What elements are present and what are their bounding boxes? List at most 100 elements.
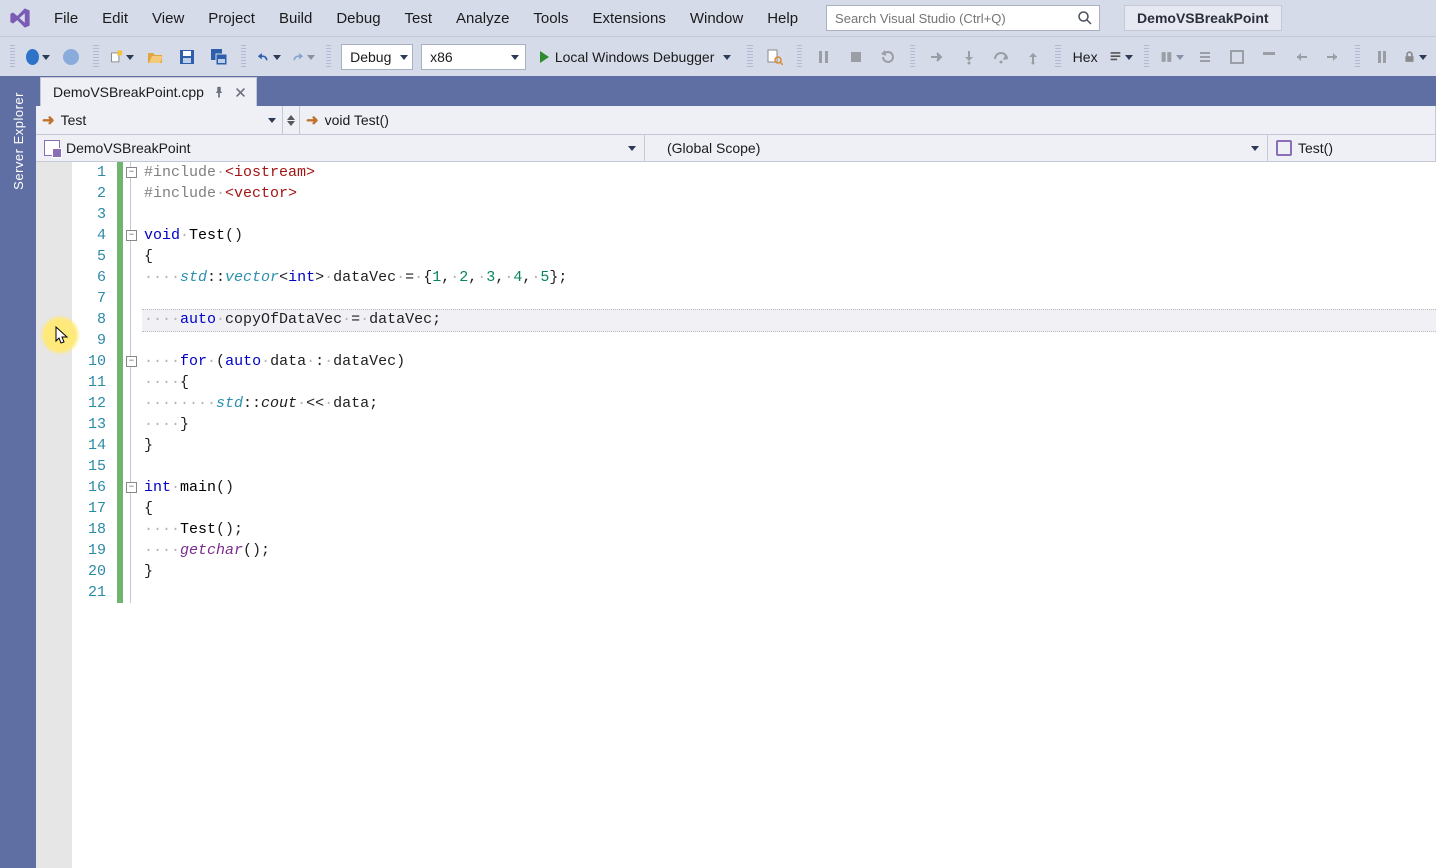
breakpoint-margin[interactable] <box>36 162 72 868</box>
config-combo[interactable]: Debug <box>341 44 413 70</box>
project-scope-label: DemoVSBreakPoint <box>66 140 191 156</box>
step-into-button[interactable] <box>955 44 983 70</box>
nav-updown[interactable] <box>283 106 300 134</box>
close-icon[interactable] <box>234 85 248 99</box>
new-item-button[interactable] <box>107 44 137 70</box>
line-number: 3 <box>72 204 106 225</box>
debug-dropdown-button[interactable] <box>1106 44 1136 70</box>
menu-bar: FileEditViewProjectBuildDebugTestAnalyze… <box>0 0 1436 37</box>
platform-combo[interactable]: x86 <box>421 44 526 70</box>
document-tab[interactable]: DemoVSBreakPoint.cpp <box>40 77 257 106</box>
undo-button[interactable] <box>254 44 284 70</box>
thread-button[interactable] <box>1191 44 1219 70</box>
frame-left-button[interactable] <box>1287 44 1315 70</box>
hex-toggle[interactable]: Hex <box>1069 49 1102 65</box>
save-button[interactable] <box>173 44 201 70</box>
frame-right-button[interactable] <box>1319 44 1347 70</box>
find-in-files-button[interactable] <box>761 44 789 70</box>
server-explorer-tab[interactable]: Server Explorer <box>7 80 30 202</box>
function-icon <box>1276 140 1292 156</box>
menu-window[interactable]: Window <box>680 6 753 31</box>
restart-button[interactable] <box>874 44 902 70</box>
line-number: 2 <box>72 183 106 204</box>
line-number: 21 <box>72 582 106 603</box>
step-out-button[interactable] <box>1019 44 1047 70</box>
toolbar-grip-icon <box>747 45 752 69</box>
function-scope-combo[interactable]: Test() <box>1268 135 1436 161</box>
quick-search-box[interactable] <box>826 5 1100 31</box>
line-number: 14 <box>72 435 106 456</box>
line-number: 10 <box>72 351 106 372</box>
line-number: 16 <box>72 477 106 498</box>
code-editor[interactable]: 123456789101112131415161718192021 −−−− #… <box>36 162 1436 868</box>
frame-down-button[interactable] <box>1255 44 1283 70</box>
arrow-right-icon: ➜ <box>42 111 55 129</box>
menu-file[interactable]: File <box>44 6 88 31</box>
nav-forward-button[interactable] <box>57 44 85 70</box>
line-number: 9 <box>72 330 106 351</box>
step-over-button[interactable] <box>987 44 1015 70</box>
nav-back-button[interactable] <box>23 44 53 70</box>
chevron-up-icon <box>287 115 295 120</box>
outline-collapse-icon[interactable]: − <box>126 230 137 241</box>
class-nav-combo[interactable]: ➜ Test <box>36 106 283 134</box>
line-number: 18 <box>72 519 106 540</box>
quick-search-input[interactable] <box>833 10 1077 27</box>
menu-test[interactable]: Test <box>395 6 443 31</box>
line-number: 15 <box>72 456 106 477</box>
code-text-area[interactable]: #include·<iostream>#include·<vector>void… <box>142 162 1436 868</box>
line-number: 7 <box>72 288 106 309</box>
main-toolbar: Debug x86 Local Windows Debugger Hex <box>0 37 1436 78</box>
menu-analyze[interactable]: Analyze <box>446 6 519 31</box>
project-icon <box>44 140 60 156</box>
document-area: DemoVSBreakPoint.cpp ➜ Test ➜ void Test(… <box>36 76 1436 868</box>
arrow-right-icon: ➜ <box>306 111 319 129</box>
redo-button[interactable] <box>288 44 318 70</box>
line-number: 6 <box>72 267 106 288</box>
global-scope-label: (Global Scope) <box>667 140 760 156</box>
save-all-button[interactable] <box>205 44 233 70</box>
nav-combo-row: ➜ Test ➜ void Test() <box>36 106 1436 135</box>
outline-collapse-icon[interactable]: − <box>126 482 137 493</box>
pause-button[interactable] <box>810 44 838 70</box>
debug-label: Local Windows Debugger <box>555 49 715 65</box>
line-number: 19 <box>72 540 106 561</box>
outline-collapse-icon[interactable]: − <box>126 356 137 367</box>
menu-edit[interactable]: Edit <box>92 6 138 31</box>
line-number: 8 <box>72 309 106 330</box>
stop-button[interactable] <box>842 44 870 70</box>
start-debug-button[interactable]: Local Windows Debugger <box>532 44 740 70</box>
lock-button[interactable] <box>1400 44 1430 70</box>
open-button[interactable] <box>141 44 169 70</box>
outline-margin[interactable]: − − − − <box>124 162 142 868</box>
pin-icon[interactable] <box>212 85 226 99</box>
search-icon <box>1077 10 1093 26</box>
line-number: 20 <box>72 561 106 582</box>
vs-logo-icon <box>6 4 34 32</box>
menu-help[interactable]: Help <box>757 6 808 31</box>
line-number: 1 <box>72 162 106 183</box>
menu-debug[interactable]: Debug <box>326 6 390 31</box>
chevron-down-icon <box>287 121 295 126</box>
ifdef-button[interactable] <box>1368 44 1396 70</box>
member-nav-combo[interactable]: ➜ void Test() <box>300 106 1436 134</box>
global-scope-combo[interactable]: (Global Scope) <box>645 135 1268 161</box>
toolbar-grip-icon <box>241 45 246 69</box>
toolbar-grip-icon <box>10 45 15 69</box>
menu-tools[interactable]: Tools <box>523 6 578 31</box>
menu-extensions[interactable]: Extensions <box>582 6 675 31</box>
line-number: 17 <box>72 498 106 519</box>
process-button[interactable] <box>1223 44 1251 70</box>
member-nav-label: void Test() <box>325 112 389 128</box>
outline-collapse-icon[interactable]: − <box>126 167 137 178</box>
menu-project[interactable]: Project <box>198 6 265 31</box>
menu-view[interactable]: View <box>142 6 194 31</box>
toolbar-grip-icon <box>326 45 331 69</box>
project-scope-combo[interactable]: DemoVSBreakPoint <box>36 135 645 161</box>
show-next-stmt-button[interactable] <box>923 44 951 70</box>
left-sidebar: Server Explorer <box>0 76 36 868</box>
line-number: 5 <box>72 246 106 267</box>
line-number-margin: 123456789101112131415161718192021 <box>72 162 116 868</box>
menu-build[interactable]: Build <box>269 6 322 31</box>
stack-frame-button[interactable] <box>1157 44 1187 70</box>
